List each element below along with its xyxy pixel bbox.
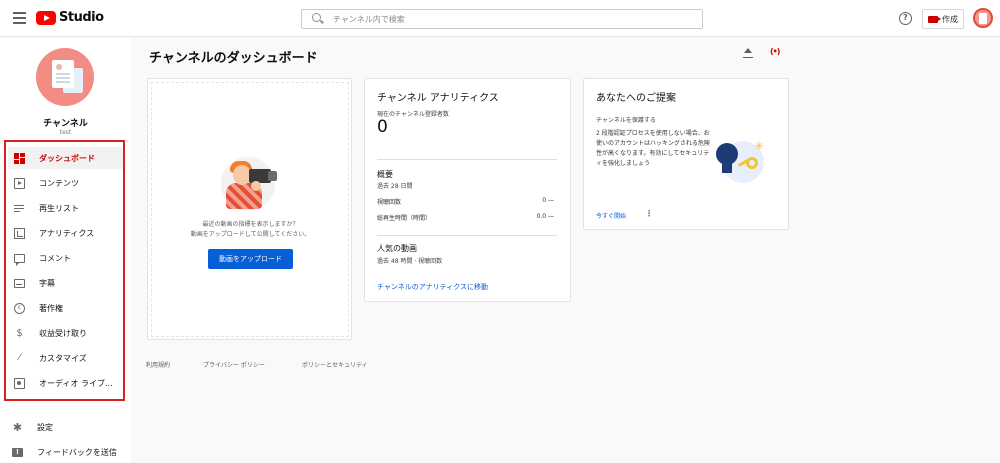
- sidebar-item-label: フィードバックを送信: [37, 447, 117, 457]
- popular-videos-period: 過去 48 時間 · 視聴回数: [377, 258, 443, 265]
- nav-highlight-frame: ダッシュボード コンテンツ 再生リスト アナリティクス コメント 字幕 c 著作…: [4, 140, 125, 401]
- subscribers-count: 0: [377, 117, 388, 137]
- sidebar-item-audio-library[interactable]: オーディオ ライブ...: [8, 372, 123, 394]
- sidebar-item-label: ダッシュボード: [39, 153, 95, 163]
- gear-icon: ✱: [12, 420, 23, 434]
- sidebar-item-label: コンテンツ: [39, 178, 79, 188]
- comment-icon: [14, 253, 25, 266]
- top-bar: Studio ? 作成: [0, 0, 1000, 37]
- upload-video-button[interactable]: 動画をアップロード: [208, 249, 293, 269]
- suggestions-card: あなたへのご提案 チャンネルを保護する 2 段階認証プロセスを使用しない場合、お…: [583, 78, 789, 230]
- help-icon[interactable]: ?: [899, 12, 912, 25]
- sidebar-item-label: 字幕: [39, 278, 55, 288]
- sidebar-item-label: カスタマイズ: [39, 353, 87, 363]
- dashboard-icon: [14, 152, 25, 164]
- summary-title: 概要: [377, 170, 393, 179]
- search-box[interactable]: [301, 9, 703, 29]
- sidebar-item-label: 収益受け取り: [39, 328, 87, 338]
- sidebar-item-analytics[interactable]: アナリティクス: [8, 222, 123, 244]
- sidebar-item-label: アナリティクス: [39, 228, 95, 238]
- video-camera-icon: [928, 15, 941, 23]
- page-title: チャンネルのダッシュボード: [149, 51, 318, 66]
- footer-link-terms[interactable]: 利用規約: [146, 360, 170, 369]
- analytics-icon: [14, 227, 25, 239]
- search-input[interactable]: [333, 14, 693, 24]
- studio-logo[interactable]: Studio: [36, 10, 104, 25]
- upload-prompt: 最近の動画の指標を表示しますか？ 動画をアップロードして公開してください。: [148, 220, 353, 240]
- channel-handle: test: [59, 129, 72, 136]
- channel-avatar[interactable]: [36, 48, 94, 106]
- subtitles-icon: [14, 278, 25, 288]
- suggestion-subtitle: チャンネルを保護する: [596, 117, 656, 124]
- sidebar-item-customization[interactable]: ⁄ カスタマイズ: [8, 347, 123, 369]
- camera-person-illustration: [221, 155, 281, 213]
- sidebar-item-feedback[interactable]: フィードバックを送信: [6, 441, 126, 463]
- account-avatar[interactable]: [973, 8, 993, 28]
- suggestion-body: 2 段階認証プロセスを使用しない場合、お使いのアカウントはハッキングされる危険性…: [596, 130, 710, 167]
- copyright-icon: c: [14, 302, 25, 314]
- upload-prompt-line-2: 動画をアップロードして公開してください。: [190, 231, 311, 238]
- suggestions-title: あなたへのご提案: [596, 93, 676, 104]
- start-now-link[interactable]: 今すぐ開始: [596, 211, 626, 220]
- sidebar-item-playlists[interactable]: 再生リスト: [8, 197, 123, 219]
- channel-analytics-card: チャンネル アナリティクス 現在のチャンネル登録者数 0 概要 過去 28 日間…: [364, 78, 571, 302]
- views-label: 視聴回数: [377, 199, 402, 206]
- sidebar-item-label: オーディオ ライブ...: [39, 378, 113, 388]
- key-lock-illustration: ✳: [716, 135, 778, 189]
- sidebar-item-copyright[interactable]: c 著作権: [8, 297, 123, 319]
- sidebar: チャンネル test ダッシュボード コンテンツ 再生リスト アナリティクス コ…: [0, 38, 131, 463]
- logo-text: Studio: [59, 10, 104, 25]
- sidebar-item-label: 設定: [37, 422, 53, 432]
- dollar-icon: $: [16, 327, 23, 339]
- popular-videos-title: 人気の動画: [377, 244, 417, 253]
- create-button-label: 作成: [942, 14, 958, 24]
- sidebar-item-label: 再生リスト: [39, 203, 79, 213]
- upload-card: 最近の動画の指標を表示しますか？ 動画をアップロードして公開してください。 動画…: [147, 78, 352, 340]
- sidebar-item-subtitles[interactable]: 字幕: [8, 272, 123, 294]
- watch-time-label: 総再生時間（時間）: [377, 215, 432, 222]
- sidebar-item-label: コメント: [39, 253, 71, 263]
- youtube-play-icon: [36, 10, 56, 25]
- watch-time-value: 0.0 —: [536, 213, 554, 220]
- sidebar-item-settings[interactable]: ✱ 設定: [6, 416, 126, 438]
- divider: [377, 159, 557, 160]
- sidebar-item-label: 著作権: [39, 303, 63, 313]
- content-icon: [14, 177, 25, 189]
- search-icon: [311, 12, 325, 26]
- upload-icon[interactable]: [742, 47, 754, 59]
- analytics-card-title: チャンネル アナリティクス: [377, 93, 499, 104]
- feedback-icon: [12, 447, 23, 457]
- more-options-icon[interactable]: ⋮: [645, 209, 653, 218]
- sidebar-item-content[interactable]: コンテンツ: [8, 172, 123, 194]
- channel-name: チャンネル: [43, 119, 88, 129]
- create-button[interactable]: 作成: [922, 9, 964, 29]
- views-value: 0 —: [542, 197, 554, 204]
- upload-prompt-line-1: 最近の動画の指標を表示しますか？: [202, 221, 299, 228]
- audio-library-icon: [14, 377, 25, 389]
- footer-link-policy-safety[interactable]: ポリシーとセキュリティ: [302, 360, 368, 369]
- go-to-analytics-link[interactable]: チャンネルのアナリティクスに移動: [377, 282, 488, 292]
- summary-period: 過去 28 日間: [377, 183, 413, 190]
- live-stream-icon[interactable]: (•): [770, 47, 780, 56]
- footer-link-privacy[interactable]: プライバシー ポリシー: [203, 360, 265, 369]
- sidebar-item-monetization[interactable]: $ 収益受け取り: [8, 322, 123, 344]
- sidebar-item-dashboard[interactable]: ダッシュボード: [8, 147, 123, 169]
- menu-icon[interactable]: [13, 12, 26, 24]
- sidebar-item-comments[interactable]: コメント: [8, 247, 123, 269]
- playlist-icon: [14, 203, 25, 214]
- magic-wand-icon: ⁄: [18, 352, 21, 363]
- divider: [377, 235, 557, 236]
